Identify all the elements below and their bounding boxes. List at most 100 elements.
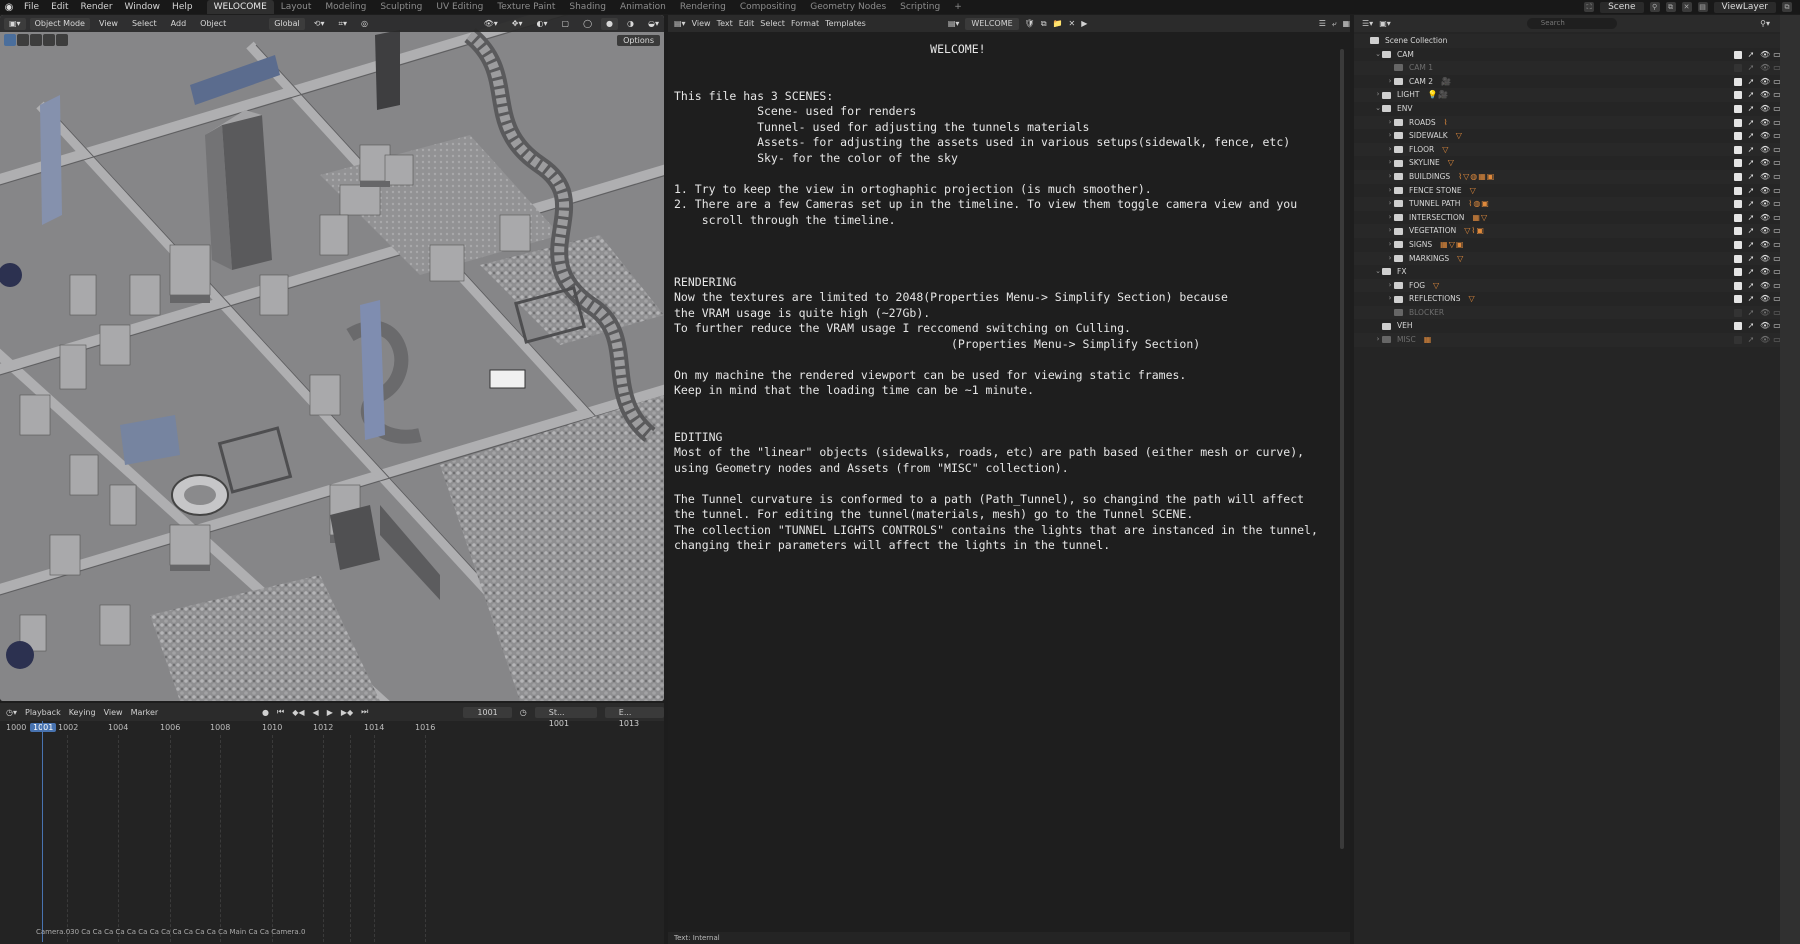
selectable-icon[interactable]: ➚ xyxy=(1747,143,1755,157)
viewport-menu-add[interactable]: Add xyxy=(166,18,192,30)
view-layer-field[interactable]: ViewLayer xyxy=(1713,1,1776,13)
workspace-tab-texture-paint[interactable]: Texture Paint xyxy=(490,0,562,14)
new-scene-icon[interactable]: ⧉ xyxy=(1665,2,1676,12)
object-type-icons[interactable]: ▦▽ xyxy=(1472,211,1488,225)
select-new-icon[interactable] xyxy=(17,34,29,46)
playhead[interactable] xyxy=(42,721,43,942)
expand-arrow-icon[interactable]: › xyxy=(1386,156,1394,170)
timeline-editor-type-icon[interactable]: ◷▾ xyxy=(6,708,17,717)
selectable-icon[interactable]: ➚ xyxy=(1747,279,1755,293)
exclude-checkbox[interactable] xyxy=(1734,322,1742,331)
outliner-row-roads[interactable]: ›ROADS⌇➚👁▭📷 xyxy=(1354,115,1800,130)
outliner-row-floor[interactable]: ›FLOOR▽➚👁▭📷 xyxy=(1354,142,1800,157)
run-script-icon[interactable]: ▶ xyxy=(1081,19,1087,28)
expand-arrow-icon[interactable]: › xyxy=(1386,197,1394,211)
pin-icon[interactable]: ⚲ xyxy=(1649,2,1660,12)
object-type-icons[interactable]: ▽ xyxy=(1442,143,1449,157)
select-box-tool-icon[interactable] xyxy=(4,34,16,46)
visibility-eye-icon[interactable]: 👁 xyxy=(1760,252,1770,266)
outliner-search-input[interactable]: Search xyxy=(1526,18,1617,29)
outliner-row-cam-1[interactable]: CAM 1➚👁▭📷 xyxy=(1354,61,1800,75)
end-frame-field[interactable]: E... 1013 xyxy=(604,706,665,728)
select-invert-icon[interactable] xyxy=(56,34,68,46)
visibility-eye-icon[interactable]: 👁 xyxy=(1760,102,1770,116)
open-text-icon[interactable]: 📁 xyxy=(1053,19,1063,28)
play-icon[interactable]: ▶ xyxy=(327,708,333,717)
selectable-icon[interactable]: ➚ xyxy=(1747,319,1755,333)
expand-arrow-icon[interactable]: › xyxy=(1386,224,1394,238)
menu-render[interactable]: Render xyxy=(75,2,119,12)
expand-arrow-icon[interactable]: › xyxy=(1374,88,1382,102)
display-mode-icon[interactable]: ▣▾ xyxy=(1379,19,1391,28)
timeline-body[interactable]: Camera.030 Ca Ca Ca Ca Ca Ca Ca Ca Ca Ca… xyxy=(0,721,664,942)
workspace-tab-welcome[interactable]: WELOCOME xyxy=(206,0,274,14)
visibility-eye-icon[interactable]: 👁 xyxy=(1760,292,1770,306)
object-type-icons[interactable]: ▽⌇▣ xyxy=(1464,224,1485,238)
visibility-eye-icon[interactable]: 👁 xyxy=(1760,184,1770,198)
material-shading-icon[interactable]: ◑ xyxy=(622,18,639,30)
word-wrap-icon[interactable]: ⤶ xyxy=(1332,19,1336,29)
exclude-checkbox[interactable] xyxy=(1734,172,1742,181)
expand-arrow-icon[interactable]: › xyxy=(1386,211,1394,225)
exclude-checkbox[interactable] xyxy=(1734,50,1742,59)
object-type-icons[interactable]: ⌇ xyxy=(1444,116,1449,130)
object-type-icons[interactable]: 💡🎥 xyxy=(1427,88,1449,102)
expand-arrow-icon[interactable]: › xyxy=(1386,292,1394,306)
ruler-current-frame[interactable]: 1001 xyxy=(30,723,57,732)
object-type-icons[interactable]: ▽ xyxy=(1448,156,1455,170)
visibility-eye-icon[interactable]: 👁 xyxy=(1760,306,1770,320)
current-frame-field[interactable]: 1001 xyxy=(463,706,512,718)
duplicate-text-icon[interactable]: ⧉ xyxy=(1041,19,1047,29)
blender-logo-icon[interactable]: ◉ xyxy=(0,2,18,13)
gizmo-icon[interactable]: ✥▾ xyxy=(507,18,528,30)
syntax-highlight-icon[interactable]: ▦ xyxy=(1342,19,1350,28)
visibility-eye-icon[interactable]: 👁 xyxy=(1760,319,1770,333)
selectable-icon[interactable]: ➚ xyxy=(1747,211,1755,225)
workspace-tab-compositing[interactable]: Compositing xyxy=(733,0,803,14)
xray-icon[interactable]: ▢ xyxy=(557,18,575,30)
exclude-checkbox[interactable] xyxy=(1734,104,1742,113)
timeline-menu-marker[interactable]: Marker xyxy=(131,708,159,717)
exclude-checkbox[interactable] xyxy=(1734,281,1742,290)
exclude-checkbox[interactable] xyxy=(1734,145,1742,154)
outliner-row-light[interactable]: ›LIGHT💡🎥➚👁▭📷 xyxy=(1354,88,1800,102)
editor-type-icon[interactable]: ▣▾ xyxy=(4,17,26,30)
text-name-field[interactable]: WELCOME xyxy=(965,17,1019,30)
preview-range-icon[interactable]: ◷ xyxy=(520,708,527,717)
outliner-row-vegetation[interactable]: ›VEGETATION▽⌇▣➚👁▭📷 xyxy=(1354,224,1800,238)
selectable-icon[interactable]: ➚ xyxy=(1747,170,1755,184)
outliner-row-scene-collection[interactable]: Scene Collection xyxy=(1354,34,1800,48)
selectable-icon[interactable]: ➚ xyxy=(1747,306,1755,320)
select-subtract-icon[interactable] xyxy=(43,34,55,46)
workspace-tab-modeling[interactable]: Modeling xyxy=(318,0,373,14)
solid-shading-icon[interactable]: ● xyxy=(601,17,619,30)
3d-viewport[interactable]: ▣▾ Object Mode View Select Add Object Gl… xyxy=(0,15,664,701)
pivot-icon[interactable]: ⟲▾ xyxy=(309,18,330,30)
next-keyframe-icon[interactable]: ▶◆ xyxy=(341,708,353,717)
selectable-icon[interactable]: ➚ xyxy=(1747,102,1755,116)
selectable-icon[interactable]: ➚ xyxy=(1747,156,1755,170)
start-frame-field[interactable]: St... 1001 xyxy=(534,706,597,728)
text-content[interactable]: WELCOME! This file has 3 SCENES: Scene- … xyxy=(668,32,1350,554)
selectable-icon[interactable]: ➚ xyxy=(1747,116,1755,130)
exclude-checkbox[interactable] xyxy=(1734,159,1742,168)
visibility-icon[interactable]: 👁▾ xyxy=(479,18,503,30)
text-scrollbar[interactable] xyxy=(1340,49,1344,849)
delete-scene-icon[interactable]: ✕ xyxy=(1681,2,1692,12)
outliner-row-reflections[interactable]: ›REFLECTIONS▽➚👁▭📷 xyxy=(1354,292,1800,306)
outliner-row-cam-2[interactable]: ›CAM 2🎥➚👁▭📷 xyxy=(1354,75,1800,89)
timeline-editor[interactable]: ◷▾ Playback Keying View Marker ● ⏮ ◆◀ ◀ … xyxy=(0,703,665,944)
exclude-checkbox[interactable] xyxy=(1734,118,1742,127)
visibility-eye-icon[interactable]: 👁 xyxy=(1760,197,1770,211)
outliner-row-intersection[interactable]: ›INTERSECTION▦▽➚👁▭📷 xyxy=(1354,211,1800,225)
text-browse-icon[interactable]: ▤▾ xyxy=(948,19,960,28)
expand-arrow-icon[interactable]: › xyxy=(1386,143,1394,157)
mode-select[interactable]: Object Mode xyxy=(29,17,90,30)
workspace-tab-geometry-nodes[interactable]: Geometry Nodes xyxy=(803,0,893,14)
expand-arrow-icon[interactable]: › xyxy=(1386,116,1394,130)
workspace-tab-shading[interactable]: Shading xyxy=(562,0,613,14)
timeline-ruler[interactable]: 1000 1001 1002 1004 1006 1008 1010 1012 … xyxy=(0,721,664,735)
selectable-icon[interactable]: ➚ xyxy=(1747,333,1755,347)
scene-icon[interactable]: ⛶ xyxy=(1584,2,1595,12)
text-editor[interactable]: ▤▾ View Text Edit Select Format Template… xyxy=(668,15,1350,944)
